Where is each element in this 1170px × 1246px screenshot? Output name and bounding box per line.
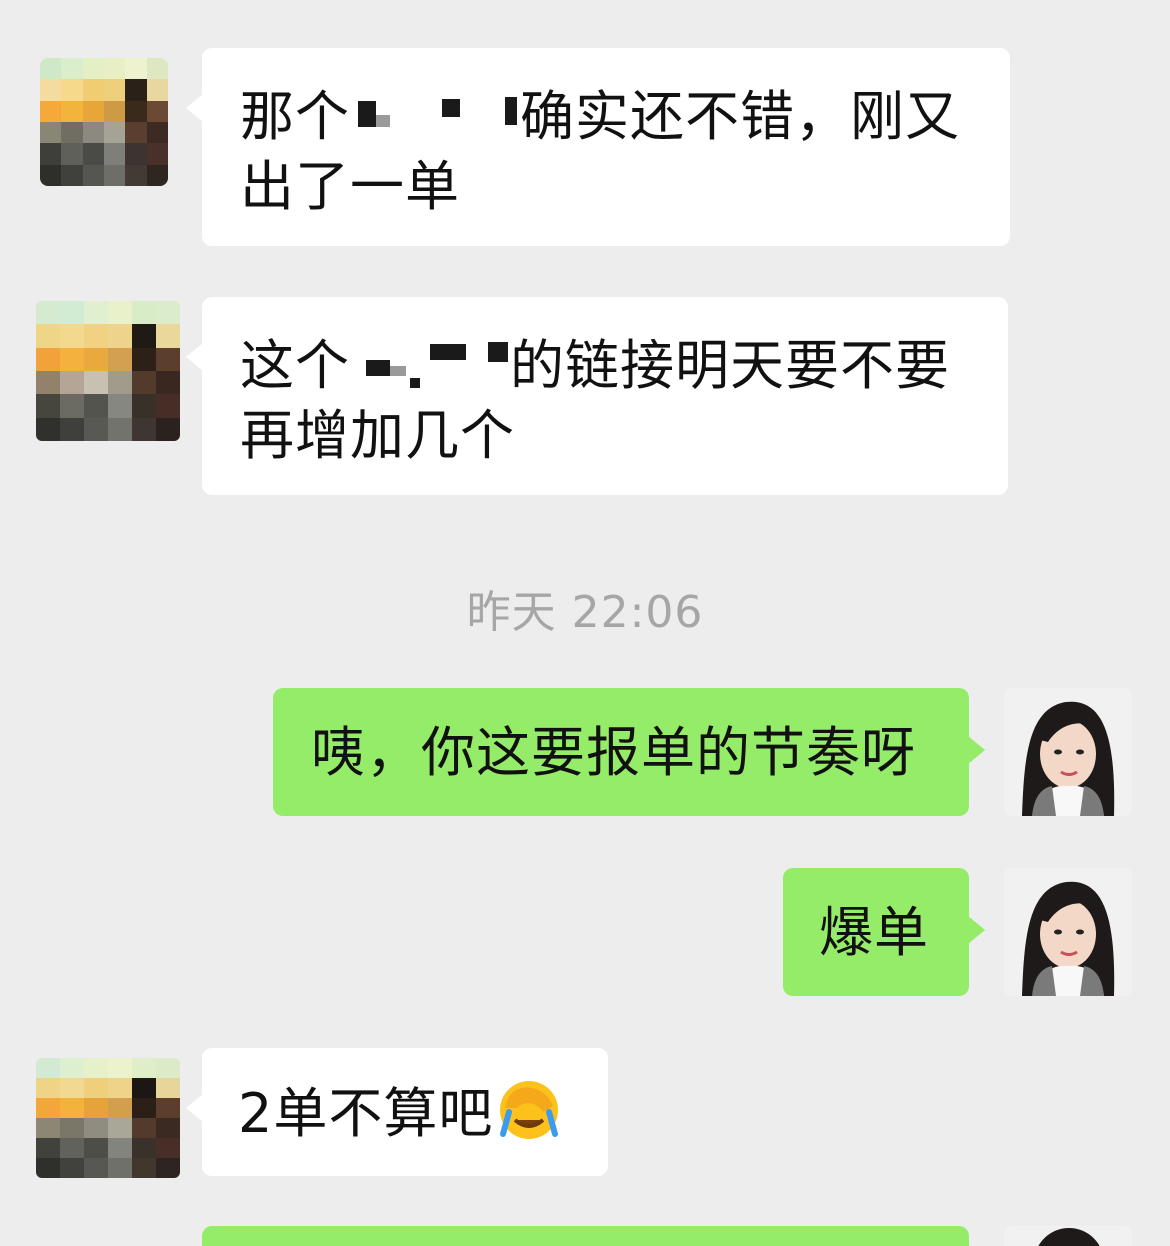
message-line: 再增加几个 — [240, 404, 515, 467]
outgoing-message-bubble[interactable]: 爆单 — [783, 868, 985, 996]
incoming-message-bubble[interactable]: 那个 确实还不错，刚又 出了一单 — [186, 48, 1010, 246]
message-text: 2单不算吧 — [238, 1082, 494, 1145]
message-line: 这个 的链接明天要不要 — [240, 334, 950, 397]
contact-avatar[interactable] — [36, 301, 180, 441]
message-row-incoming: 那个 确实还不错，刚又 出了一单 — [0, 48, 1170, 248]
redacted-text — [350, 336, 510, 390]
face-with-hand-over-eyes-crying-emoji — [497, 1078, 561, 1159]
message-row-outgoing: 爆单 — [0, 868, 1170, 998]
message-row-incoming: 2单不算吧 — [0, 1048, 1170, 1178]
message-row-outgoing — [0, 1226, 1170, 1246]
timestamp: 昨天 22:06 — [466, 587, 704, 638]
incoming-message-bubble[interactable]: 2单不算吧 — [186, 1048, 608, 1176]
contact-avatar[interactable] — [36, 1058, 180, 1178]
message-text: 爆单 — [819, 901, 929, 964]
redacted-text — [350, 87, 520, 141]
user-avatar[interactable] — [1004, 1226, 1132, 1246]
user-avatar[interactable] — [1004, 688, 1132, 816]
message-line: 出了一单 — [240, 155, 460, 218]
user-avatar[interactable] — [1004, 868, 1132, 996]
outgoing-message-bubble[interactable]: 咦，你这要报单的节奏呀 — [273, 688, 985, 816]
message-text: 咦，你这要报单的节奏呀 — [311, 721, 916, 784]
message-row-outgoing: 咦，你这要报单的节奏呀 — [0, 688, 1170, 818]
message-line: 那个 确实还不错，刚又 — [240, 85, 960, 148]
message-row-incoming: 这个 的链接明天要不要 再增加几个 — [0, 297, 1170, 497]
outgoing-message-bubble[interactable] — [202, 1226, 969, 1246]
contact-avatar[interactable] — [40, 58, 168, 186]
incoming-message-bubble[interactable]: 这个 的链接明天要不要 再增加几个 — [186, 297, 1008, 495]
